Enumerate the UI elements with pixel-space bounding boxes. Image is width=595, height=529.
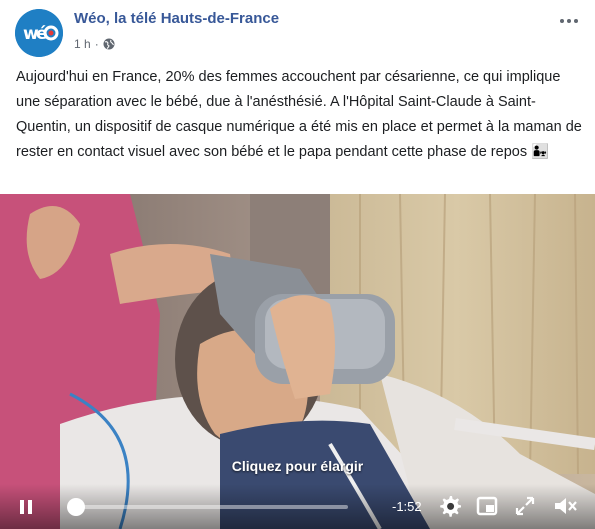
fullscreen-button[interactable] bbox=[514, 495, 536, 517]
post-header: w é Wéo, la télé Hauts-de-France 1 h · bbox=[0, 0, 595, 60]
more-horizontal-icon bbox=[560, 19, 578, 23]
volume-muted-icon bbox=[555, 498, 577, 514]
pause-icon bbox=[20, 500, 32, 514]
video-frame bbox=[0, 194, 595, 529]
page-avatar[interactable]: w é bbox=[15, 9, 63, 57]
progress-handle[interactable] bbox=[67, 498, 86, 516]
remaining-time: -1:52 bbox=[392, 499, 422, 514]
picture-in-picture-button[interactable] bbox=[476, 495, 498, 517]
meta-separator: · bbox=[94, 37, 99, 51]
timestamp-link[interactable]: 1 h bbox=[74, 37, 91, 51]
post-options-button[interactable] bbox=[557, 12, 581, 30]
video-controls: -1:52 bbox=[0, 484, 595, 529]
fullscreen-icon bbox=[515, 496, 535, 516]
progress-bar[interactable] bbox=[68, 505, 348, 509]
video-player[interactable]: Cliquez pour élargir -1:52 bbox=[0, 194, 595, 529]
post-meta: 1 h · bbox=[74, 37, 115, 51]
gear-icon bbox=[440, 496, 461, 517]
settings-button[interactable] bbox=[438, 494, 462, 518]
mute-button[interactable] bbox=[553, 495, 579, 517]
video-caption[interactable]: Cliquez pour élargir bbox=[0, 458, 595, 474]
page-name-link[interactable]: Wéo, la télé Hauts-de-France bbox=[74, 10, 279, 27]
pause-button[interactable] bbox=[17, 498, 35, 516]
picture-in-picture-icon bbox=[476, 496, 498, 516]
globe-icon[interactable] bbox=[103, 38, 115, 50]
weo-logo-icon: w é bbox=[15, 9, 63, 57]
post-message: Aujourd'hui en France, 20% des femmes ac… bbox=[16, 69, 582, 160]
